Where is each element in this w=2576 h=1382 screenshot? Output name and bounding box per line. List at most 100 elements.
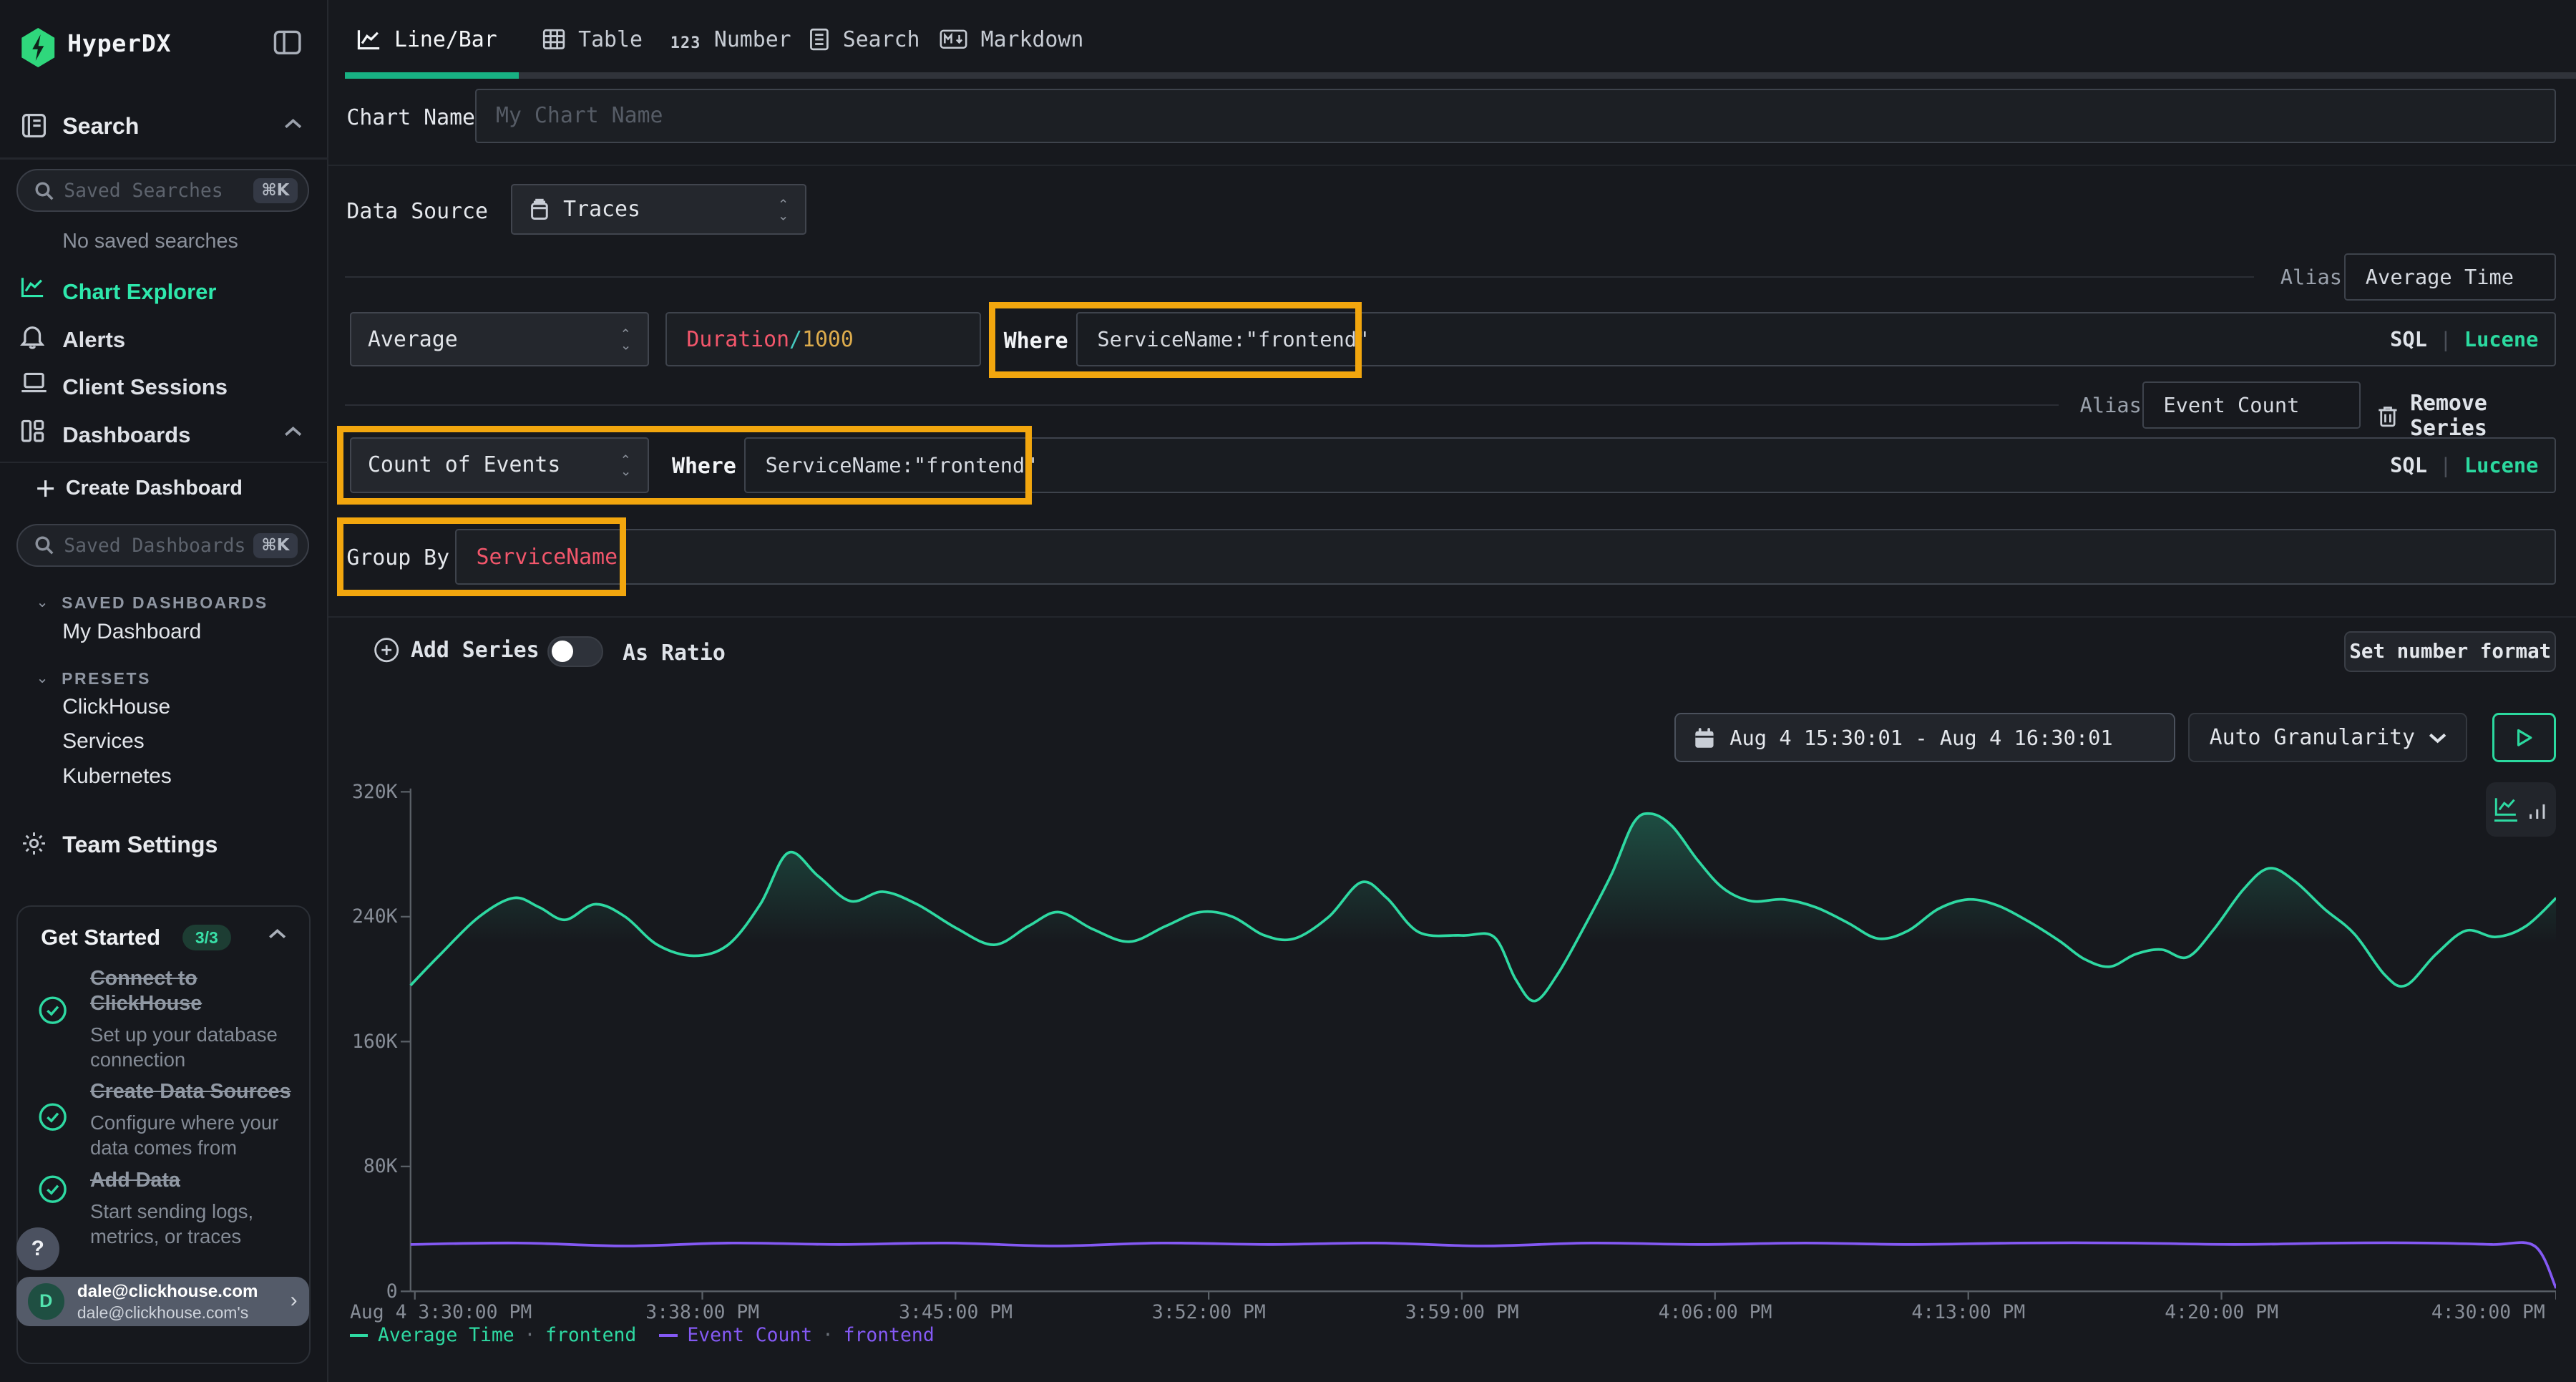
series1-alias-input[interactable]: Average Time (2344, 253, 2556, 301)
line-chart-type-icon[interactable] (2494, 797, 2517, 822)
series2-aggregation-select[interactable]: Count of Events ⌃⌃ (350, 437, 649, 493)
shortcut-badge: ⌘K (253, 178, 298, 203)
sidebar-item-alerts[interactable]: Alerts (0, 317, 328, 365)
chart-name-label: Chart Name (346, 105, 475, 130)
tab-label: Line/Bar (394, 27, 497, 52)
chevron-down-icon: ⌄ (36, 669, 49, 687)
legend-series-name: Event Count (687, 1324, 812, 1346)
get-started-progress-badge: 3/3 (182, 925, 232, 950)
create-dashboard-button[interactable]: Create Dashboard (36, 477, 243, 500)
series1-where-value: ServiceName:"frontend" (1097, 327, 1369, 351)
remove-series-button[interactable]: Remove Series (2377, 391, 2576, 441)
legend-series-name: Average Time (378, 1324, 514, 1346)
dashboard-link-services[interactable]: Services (62, 729, 144, 754)
bar-chart-type-icon[interactable] (2527, 799, 2547, 819)
series2-alias-input[interactable]: Event Count (2142, 381, 2361, 429)
sql-toggle[interactable]: SQL (2390, 327, 2427, 351)
legend-group-name: frontend (545, 1324, 636, 1346)
tab-line-bar[interactable]: Line/Bar (356, 20, 512, 59)
x-axis-tick-label: 3:59:00 PM (1405, 1301, 1519, 1323)
dashboard-link-kubernetes[interactable]: Kubernetes (62, 764, 172, 789)
tab-markdown[interactable]: Markdown (940, 20, 1088, 59)
x-axis-tick-label: 4:30:00 PM (2431, 1301, 2545, 1323)
y-axis-tick-label: 320K (332, 781, 398, 803)
tab-search[interactable]: Search (809, 20, 910, 59)
data-source-label: Data Source (346, 199, 488, 224)
group-header-saved-dashboards[interactable]: ⌄SAVED DASHBOARDS (36, 585, 268, 615)
sidebar-section-search[interactable]: Search (0, 104, 328, 150)
sidebar-item-client-sessions[interactable]: Client Sessions (0, 365, 328, 413)
check-circle-icon (38, 996, 67, 1025)
data-source-select[interactable]: Traces ⌃⌃ (511, 184, 806, 235)
alias-label: Alias (2280, 265, 2342, 289)
sidebar-item-chart-explorer[interactable]: Chart Explorer (0, 270, 328, 318)
hyperdx-app: HyperDX Search (0, 0, 2576, 1382)
grid-icon (20, 419, 44, 443)
number-123-icon: 123 (670, 24, 701, 54)
dashboard-link-clickhouse[interactable]: ClickHouse (62, 695, 170, 719)
saved-searches-search[interactable]: ⌘K (16, 169, 309, 212)
as-ratio-toggle[interactable] (547, 636, 603, 668)
x-axis-tick-label: 4:06:00 PM (1659, 1301, 1772, 1323)
select-chevrons-icon: ⌃⌃ (778, 200, 789, 220)
legend-group-name: frontend (844, 1324, 935, 1346)
x-axis-tick-label: 4:13:00 PM (1911, 1301, 2025, 1323)
group-header-presets[interactable]: ⌄PRESETS (36, 661, 151, 691)
chart-name-placeholder: My Chart Name (496, 103, 663, 128)
granularity-select[interactable]: Auto Granularity (2188, 713, 2467, 762)
chevron-up-icon (284, 118, 302, 130)
group-by-input[interactable]: ServiceName (455, 529, 2556, 585)
add-series-button[interactable]: Add Series (374, 638, 539, 663)
tab-underline-active (345, 72, 519, 79)
run-query-button[interactable] (2492, 713, 2557, 762)
create-dashboard-label: Create Dashboard (66, 477, 243, 500)
plus-icon (36, 480, 54, 497)
alias-label: Alias (2080, 393, 2142, 417)
legend-item: Event Count · frontend (659, 1324, 934, 1346)
add-series-label: Add Series (411, 638, 540, 663)
get-started-item[interactable]: Connect to ClickHouseSet up your databas… (38, 966, 294, 1073)
series1-field-input[interactable]: Duration/1000 (665, 312, 981, 366)
series2-where-input[interactable]: ServiceName:"frontend" SQL | Lucene (744, 437, 2556, 493)
sql-toggle[interactable]: SQL (2390, 453, 2427, 477)
where-label: Where (672, 454, 736, 479)
lucene-toggle[interactable]: Lucene (2464, 327, 2539, 351)
get-started-item[interactable]: Add DataStart sending logs, metrics, or … (38, 1168, 294, 1250)
select-chevrons-icon: ⌃⌃ (620, 455, 631, 475)
series1-aggregation-select[interactable]: Average ⌃⌃ (350, 312, 649, 366)
get-started-item-desc: Set up your database connection (90, 1022, 294, 1073)
chevron-right-icon: › (291, 1288, 298, 1313)
bell-icon (20, 323, 44, 350)
legend-separator: · (822, 1324, 834, 1346)
help-button[interactable]: ? (16, 1227, 59, 1270)
sidebar-collapse-icon[interactable] (273, 29, 302, 56)
chart-name-input[interactable]: My Chart Name (475, 89, 2557, 143)
tab-underline-track (345, 72, 2576, 79)
check-circle-icon (38, 1102, 67, 1132)
date-range-picker[interactable]: Aug 4 15:30:01 - Aug 4 16:30:01 (1674, 713, 2175, 762)
get-started-item[interactable]: Create Data SourcesConfigure where your … (38, 1079, 294, 1161)
saved-dashboards-search[interactable]: ⌘K (16, 524, 309, 567)
tab-table[interactable]: Table (542, 20, 644, 59)
tab-number[interactable]: 123Number (670, 20, 782, 59)
get-started-item-title: Create Data Sources (90, 1079, 294, 1105)
toggle-knob (552, 641, 573, 662)
user-account-chip[interactable]: D dale@clickhouse.com dale@clickhouse.co… (16, 1277, 309, 1326)
series1-where-input[interactable]: ServiceName:"frontend" SQL | Lucene (1076, 312, 2557, 366)
legend-item: Average Time·frontend (350, 1324, 636, 1346)
saved-searches-input[interactable] (64, 180, 253, 202)
sidebar-divider (0, 157, 328, 159)
chart-plot[interactable] (401, 779, 2556, 1301)
dashboard-link-my-dashboard[interactable]: My Dashboard (62, 620, 201, 644)
sidebar-item-dashboards[interactable]: Dashboards (0, 412, 328, 460)
sidebar-search-label: Search (62, 113, 139, 140)
sidebar-team-settings[interactable]: Team Settings (0, 822, 328, 867)
set-number-format-button[interactable]: Set number format (2344, 631, 2556, 672)
chevron-up-icon[interactable] (268, 928, 286, 940)
saved-dashboards-input[interactable] (64, 535, 253, 557)
section-divider (328, 616, 2576, 618)
series1-language-toggle: SQL | Lucene (2390, 327, 2538, 351)
team-settings-label: Team Settings (62, 832, 218, 858)
lucene-toggle[interactable]: Lucene (2464, 453, 2539, 477)
user-email: dale@clickhouse.com (77, 1282, 258, 1302)
